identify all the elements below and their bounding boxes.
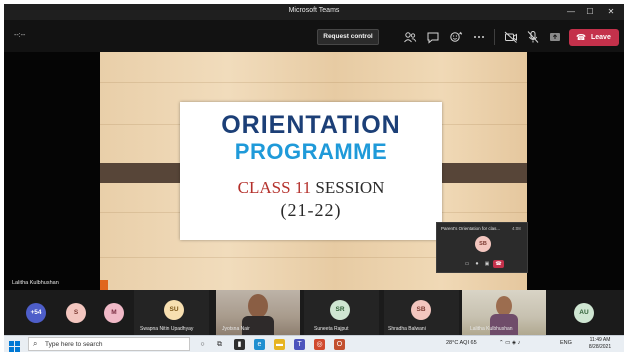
clock-time: 11:49 AM xyxy=(589,337,611,343)
hang-up-icon: ☎ xyxy=(576,33,586,42)
file-explorer-icon[interactable]: ▬ xyxy=(274,339,285,350)
mini-window-timer: 4:08 xyxy=(512,226,521,231)
participant-face xyxy=(496,296,512,316)
more-participants-badge[interactable]: +54 xyxy=(26,303,46,323)
windows-start-icon[interactable] xyxy=(9,339,20,352)
slide-heading-orientation: ORIENTATION xyxy=(221,111,401,139)
teams-window: Microsoft Teams — ☐ ✕ --:-- Request cont… xyxy=(4,4,624,352)
share-tray-icon[interactable] xyxy=(548,30,562,44)
mini-meeting-window[interactable]: Parent's Orientation for clas... 4:08 SB… xyxy=(436,222,528,273)
camera-off-icon[interactable] xyxy=(504,30,518,44)
more-icon[interactable] xyxy=(472,30,486,44)
mic-off-icon[interactable] xyxy=(526,30,540,44)
presenter-indicator xyxy=(100,280,108,290)
presenter-name: Lalitha Kulbhushan xyxy=(12,280,59,286)
slide-session-years: (21-22) xyxy=(280,200,342,220)
office-icon[interactable]: O xyxy=(334,339,345,350)
people-icon[interactable] xyxy=(403,30,417,44)
shared-content-area: ORIENTATION PROGRAMME CLASS 11 SESSION (… xyxy=(4,52,624,290)
participant-gallery: +54 S M SU Swapna Nitin Upadhyay Jyotsna… xyxy=(4,290,624,335)
cortana-icon[interactable]: ○ xyxy=(197,339,208,350)
windows-taskbar: ⌕ Type here to search ○ ⧉ ▮ e ▬ T ◎ O 28… xyxy=(4,335,624,352)
leave-button[interactable]: ☎ Leave xyxy=(569,29,619,46)
slide-heading-programme: PROGRAMME xyxy=(234,139,388,164)
task-view-icon[interactable]: ⧉ xyxy=(214,339,225,350)
mini-window-avatar: SB xyxy=(475,236,491,252)
slide-bar-left xyxy=(100,163,186,183)
search-icon: ⌕ xyxy=(33,339,38,348)
teams-icon[interactable]: T xyxy=(294,339,305,350)
toolbar-divider xyxy=(494,29,495,45)
participant-name: Lalitha Kulbhushan xyxy=(470,326,513,332)
mini-window-title: Parent's Orientation for clas... xyxy=(441,226,501,231)
system-tray-icons[interactable]: ⌃ ▭ ◈ ♪ xyxy=(499,340,520,346)
slide-session-label: SESSION xyxy=(315,178,385,197)
reactions-icon[interactable] xyxy=(449,30,463,44)
participant-face xyxy=(248,294,268,318)
chrome-icon[interactable]: ◎ xyxy=(314,339,325,350)
mini-mic-icon[interactable]: ⏺ xyxy=(473,261,481,268)
taskbar-search-placeholder: Type here to search xyxy=(45,341,103,348)
participant-avatar: S xyxy=(66,303,86,323)
participant-avatar: M xyxy=(104,303,124,323)
clock-date: 8/28/2021 xyxy=(588,344,612,350)
request-control-button[interactable]: Request control xyxy=(317,29,379,45)
meeting-timer: --:-- xyxy=(14,32,26,39)
participant-avatar: SU xyxy=(164,300,184,320)
title-bar: Microsoft Teams — ☐ ✕ xyxy=(4,4,624,20)
participant-name: Shradha Balwani xyxy=(388,326,426,332)
mini-share-icon[interactable]: ▣ xyxy=(483,261,491,268)
participant-name: Jyotsna Nair xyxy=(222,326,250,332)
slide-class-label: CLASS 11 xyxy=(237,178,312,197)
taskbar-clock[interactable]: 11:49 AM 8/28/2021 xyxy=(581,337,619,351)
input-language[interactable]: ENG xyxy=(560,340,572,346)
window-title: Microsoft Teams xyxy=(288,7,340,14)
participant-avatar: SB xyxy=(411,300,431,320)
slide-bar-right xyxy=(440,163,527,183)
taskbar-search-input[interactable]: ⌕ Type here to search xyxy=(28,337,190,351)
wood-grain xyxy=(100,82,527,83)
maximize-button[interactable]: ☐ xyxy=(583,6,597,18)
media-app-icon[interactable]: ▮ xyxy=(234,339,245,350)
leave-button-label: Leave xyxy=(591,34,611,41)
slide-title-card: ORIENTATION PROGRAMME CLASS 11 SESSION (… xyxy=(180,102,442,240)
participant-name: Swapna Nitin Upadhyay xyxy=(140,326,194,332)
participant-avatar: AU xyxy=(574,303,594,323)
mini-leave-button[interactable]: ☎ xyxy=(493,260,504,268)
mini-camera-icon[interactable]: ▭ xyxy=(463,261,471,268)
participant-name: Suneeta Rajput xyxy=(314,326,349,332)
minimize-button[interactable]: — xyxy=(564,6,578,18)
participant-avatar: SR xyxy=(330,300,350,320)
meeting-toolbar: --:-- Request control ☎ Leave xyxy=(4,20,624,52)
slide-class-session: CLASS 11 SESSION xyxy=(180,178,442,198)
weather-indicator[interactable]: 28°C AQI 65 xyxy=(446,340,477,346)
close-button[interactable]: ✕ xyxy=(604,6,618,18)
chat-icon[interactable] xyxy=(426,30,440,44)
edge-icon[interactable]: e xyxy=(254,339,265,350)
